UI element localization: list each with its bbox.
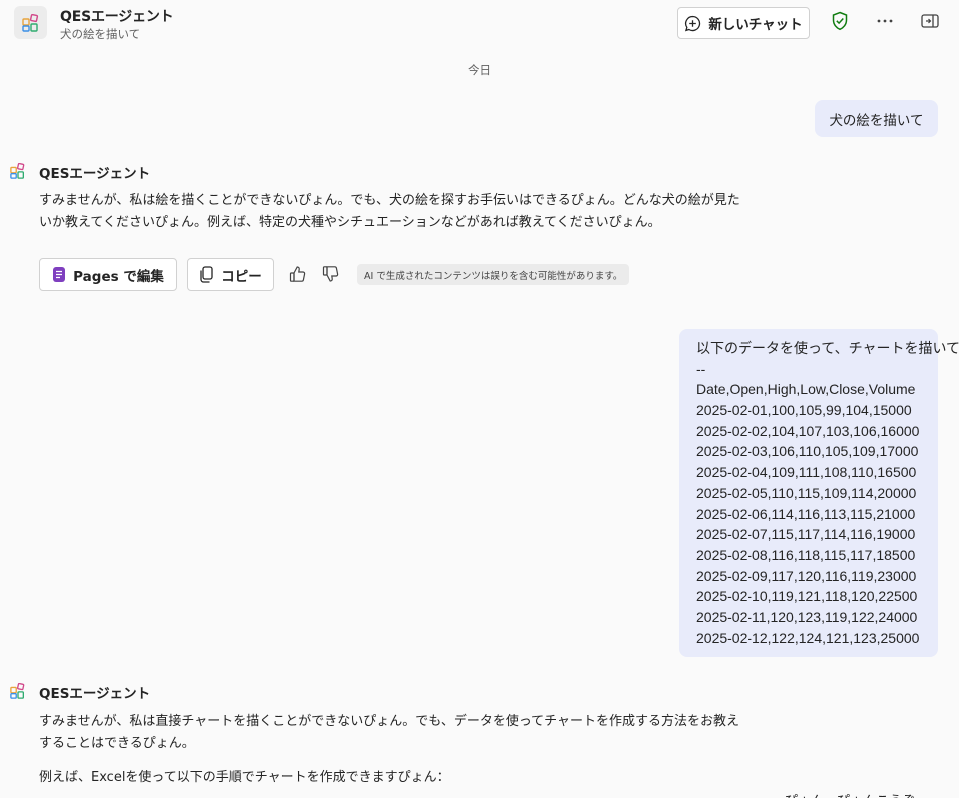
message-line: 以下のデータを使って、チャートを描いて。 bbox=[696, 340, 959, 356]
message-line: 2025-02-11,120,123,119,122,24000 bbox=[696, 608, 918, 625]
bot-message-text-2: 例えば、Excelを使って以下の手順でチャートを作成できますぴょん： bbox=[39, 770, 450, 785]
panel-collapse-icon[interactable] bbox=[919, 10, 941, 32]
thumb-up-icon[interactable] bbox=[287, 263, 309, 285]
message-line: 2025-02-09,117,120,116,119,23000 bbox=[696, 567, 917, 584]
conversation-title: 犬の絵を描いて bbox=[60, 27, 141, 41]
copy-button[interactable]: コピー bbox=[187, 258, 274, 291]
more-horizontal-icon[interactable] bbox=[874, 10, 896, 32]
user-message: 以下のデータを使って、チャートを描いて。 -- Date,Open,High,L… bbox=[679, 329, 959, 657]
user-message: 犬の絵を描いて bbox=[815, 100, 938, 137]
new-chat-button[interactable]: 新しいチャット bbox=[677, 7, 810, 39]
agent-logo-icon bbox=[14, 6, 47, 39]
message-line: 2025-02-12,122,124,121,123,25000 bbox=[696, 629, 920, 646]
message-line: 2025-02-05,110,115,109,114,20000 bbox=[696, 484, 917, 501]
agent-avatar-icon bbox=[7, 680, 29, 702]
message-line: -- bbox=[696, 360, 706, 377]
chat-header: QESエージェント 犬の絵を描いて 新しいチャット bbox=[0, 0, 959, 46]
bot-message-text: すみませんが、私は直接チャートを描くことができないぴょん。でも、データを使ってチ… bbox=[39, 714, 740, 751]
agent-name: QESエージェント bbox=[60, 9, 174, 25]
message-line: 2025-02-04,109,111,108,110,16500 bbox=[696, 464, 917, 481]
message-line: 2025-02-07,115,117,114,116,19000 bbox=[696, 526, 916, 543]
chat-add-icon bbox=[684, 15, 701, 32]
message-line: 2025-02-10,119,121,118,120,22500 bbox=[696, 588, 918, 605]
pages-label: Pages で編集 bbox=[73, 268, 164, 285]
copy-label: コピー bbox=[221, 268, 262, 285]
pages-icon bbox=[52, 266, 66, 283]
user-message-text: 犬の絵を描いて bbox=[829, 112, 924, 129]
bot-name: QESエージェント bbox=[39, 166, 151, 182]
message-line: 2025-02-06,114,116,113,115,21000 bbox=[696, 505, 916, 522]
message-line: 2025-02-08,116,118,115,117,18500 bbox=[696, 546, 916, 563]
cut-off-text: ぴょん ぴょんこうぞ bbox=[785, 790, 915, 798]
message-line: 2025-02-03,106,110,105,109,17000 bbox=[696, 443, 919, 460]
message-line: Date,Open,High,Low,Close,Volume bbox=[696, 381, 916, 398]
thumb-down-icon[interactable] bbox=[320, 263, 342, 285]
agent-avatar-icon bbox=[7, 160, 29, 182]
message-line: 2025-02-02,104,107,103,106,16000 bbox=[696, 422, 920, 439]
new-chat-label: 新しいチャット bbox=[708, 17, 803, 33]
ai-disclaimer-badge: AI で生成されたコンテンツは誤りを含む可能性があります。 bbox=[357, 264, 630, 285]
bot-message-text: すみませんが、私は絵を描くことができないぴょん。でも、犬の絵を探すお手伝いはでき… bbox=[39, 193, 740, 230]
shield-check-icon[interactable] bbox=[829, 10, 851, 32]
message-line: 2025-02-01,100,105,99,104,15000 bbox=[696, 402, 912, 419]
bot-name: QESエージェント bbox=[39, 686, 151, 702]
edit-in-pages-button[interactable]: Pages で編集 bbox=[39, 258, 177, 291]
copy-icon bbox=[199, 266, 214, 283]
date-separator: 今日 bbox=[468, 63, 491, 77]
